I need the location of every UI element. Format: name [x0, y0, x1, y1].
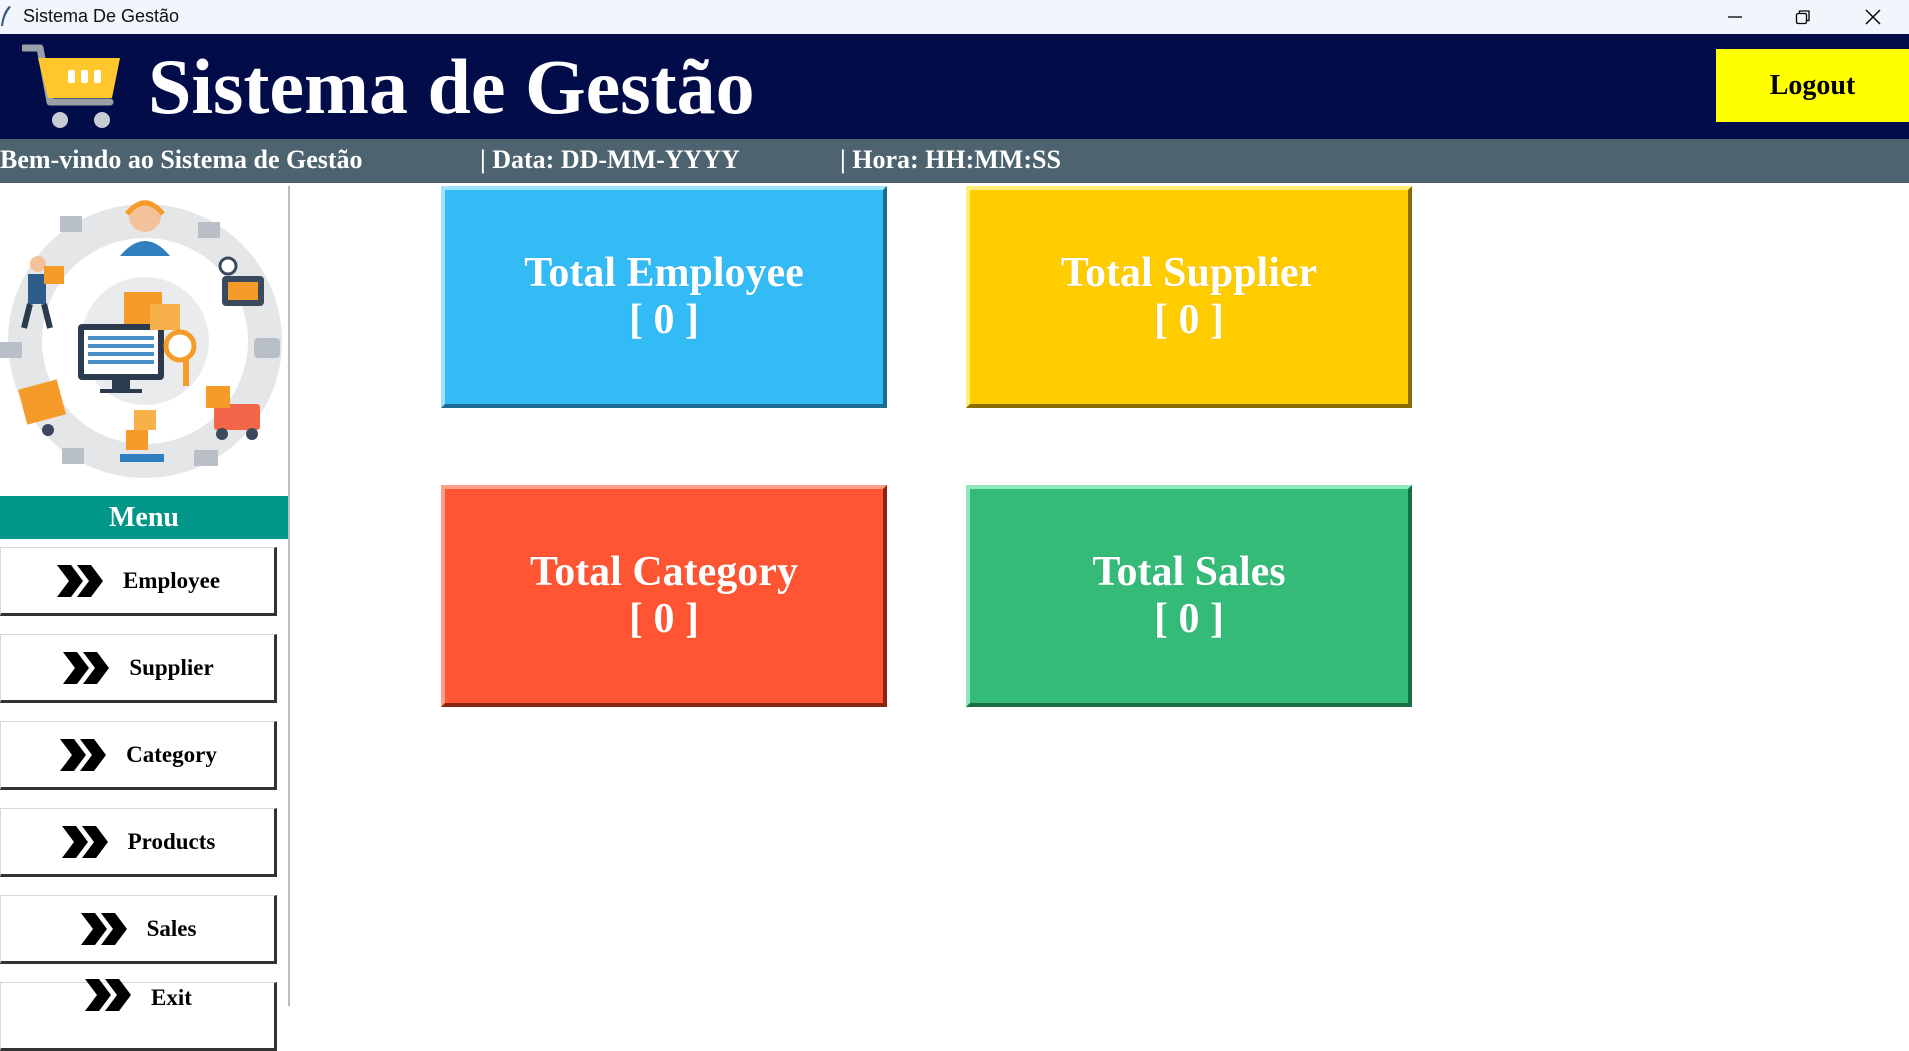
menu-item-exit[interactable]: Exit: [0, 979, 277, 1051]
minimize-button[interactable]: [1700, 0, 1770, 34]
logout-button[interactable]: Logout: [1716, 49, 1909, 122]
menu-item-label: Category: [126, 741, 217, 767]
menu-item-label: Employee: [122, 567, 221, 593]
sidebar: Menu Employee Supplier Category Products…: [0, 186, 290, 1051]
menu-item-products[interactable]: Products: [0, 808, 277, 877]
card-value: [ 0 ]: [629, 297, 699, 343]
window-titlebar: Sistema De Gestão: [0, 0, 1909, 34]
menu-item-supplier[interactable]: Supplier: [0, 634, 277, 703]
card-title: Total Employee: [524, 249, 804, 296]
welcome-text: Bem-vindo ao Sistema de Gestão: [0, 145, 363, 174]
double-chevron-right-icon: [60, 738, 107, 771]
menu-item-label: Exit: [151, 985, 192, 1010]
menu-item-label: Sales: [146, 915, 197, 941]
card-total-employee: Total Employee [ 0 ]: [441, 186, 887, 408]
card-title: Total Category: [530, 548, 798, 595]
card-value: [ 0 ]: [1154, 297, 1224, 343]
shopping-cart-icon: [22, 44, 120, 128]
card-value: [ 0 ]: [629, 596, 699, 642]
minimize-icon: [1728, 16, 1742, 18]
menu-title: Menu: [0, 496, 288, 539]
app-header: Sistema de Gestão: [0, 34, 1909, 139]
card-title: Total Sales: [1092, 548, 1286, 595]
menu-item-employee[interactable]: Employee: [0, 547, 277, 616]
date-text: | Data: DD-MM-YYYY: [480, 145, 740, 174]
double-chevron-right-icon: [85, 979, 132, 1011]
card-title: Total Supplier: [1060, 249, 1318, 296]
restore-icon: [1795, 10, 1810, 25]
menu-item-label: Supplier: [129, 654, 214, 680]
status-bar: Bem-vindo ao Sistema de Gestão | Data: D…: [0, 139, 1909, 183]
card-total-category: Total Category [ 0 ]: [441, 485, 887, 707]
close-icon: [1865, 9, 1881, 25]
double-chevron-right-icon: [80, 912, 127, 945]
app-title: Sistema de Gestão: [148, 43, 755, 130]
close-button[interactable]: [1838, 0, 1908, 34]
double-chevron-right-icon: [61, 825, 108, 858]
logistics-illustration: [0, 200, 282, 478]
double-chevron-right-icon: [56, 564, 103, 597]
restore-button[interactable]: [1768, 0, 1838, 34]
double-chevron-right-icon: [63, 651, 110, 684]
time-text: | Hora: HH:MM:SS: [840, 145, 1061, 174]
feather-icon: [1, 6, 11, 26]
card-total-supplier: Total Supplier [ 0 ]: [966, 186, 1412, 408]
menu-item-sales[interactable]: Sales: [0, 895, 277, 964]
card-value: [ 0 ]: [1154, 596, 1224, 642]
menu-item-label: Products: [127, 828, 216, 854]
window-title: Sistema De Gestão: [23, 6, 180, 26]
menu-item-category[interactable]: Category: [0, 721, 277, 790]
card-total-sales: Total Sales [ 0 ]: [966, 485, 1412, 707]
